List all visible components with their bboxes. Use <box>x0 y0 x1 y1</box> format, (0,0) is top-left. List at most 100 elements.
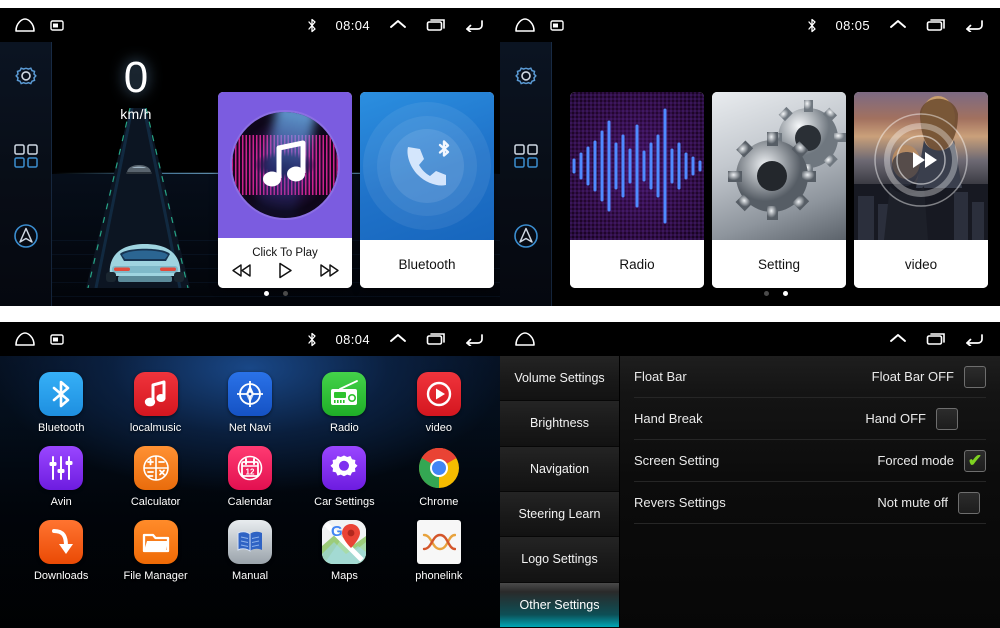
screenshot-icon[interactable] <box>550 19 564 31</box>
recents-icon[interactable] <box>426 18 446 32</box>
checkbox-screen-setting[interactable]: ✔ <box>964 449 986 472</box>
chevron-up-icon[interactable] <box>888 18 908 32</box>
navigation-icon[interactable] <box>510 220 542 252</box>
app-grid-icon[interactable] <box>10 140 42 172</box>
setting-row-revers-settings[interactable]: Revers Settings Not mute off ✔ <box>634 482 986 524</box>
setting-art <box>712 92 846 240</box>
screenshot-icon[interactable] <box>50 333 64 345</box>
recents-icon[interactable] <box>426 332 446 346</box>
compass-icon <box>227 372 272 416</box>
recents-icon[interactable] <box>926 332 946 346</box>
sliders-icon <box>39 446 84 490</box>
home-screen-1: 08:04 0 km/h Click To Play Bluetooth <box>0 8 500 306</box>
app-phonelink[interactable]: phonelink <box>392 520 486 582</box>
skip-forward-icon[interactable] <box>319 264 339 277</box>
card-video[interactable]: video <box>854 92 988 288</box>
card-music[interactable]: Click To Play <box>218 92 352 288</box>
app-bluetooth[interactable]: Bluetooth <box>14 372 108 434</box>
recents-icon[interactable] <box>926 18 946 32</box>
back-icon[interactable] <box>464 332 484 346</box>
app-label: Bluetooth <box>37 422 85 434</box>
app-drawer: Bluetooth localmusic Net Navi Radio vide… <box>0 356 500 628</box>
settings-tabs: Volume Settings Brightness Navigation St… <box>500 356 620 628</box>
checkbox-revers-settings[interactable]: ✔ <box>958 491 980 514</box>
chevron-up-icon[interactable] <box>888 332 908 346</box>
app-calculator[interactable]: Calculator <box>108 446 202 508</box>
card-radio[interactable]: Radio <box>570 92 704 288</box>
app-calendar[interactable]: 12 Calendar <box>203 446 297 508</box>
app-localmusic[interactable]: localmusic <box>108 372 202 434</box>
play-icon[interactable] <box>278 262 293 279</box>
app-manual[interactable]: Manual <box>203 520 297 582</box>
page-dot[interactable] <box>764 291 769 296</box>
panel-settings: Volume Settings Brightness Navigation St… <box>500 314 1000 628</box>
home-icon[interactable] <box>514 17 536 33</box>
panel-home-page2: 08:05 Radio Setting video <box>500 0 1000 314</box>
home-icon[interactable] <box>14 331 36 347</box>
map-pin-icon: G <box>322 520 367 564</box>
settings-screen: Volume Settings Brightness Navigation St… <box>500 322 1000 628</box>
speed-readout: 0 km/h <box>52 53 220 123</box>
app-label: Downloads <box>33 570 89 582</box>
home-icon[interactable] <box>514 331 536 347</box>
home-icon[interactable] <box>14 17 36 33</box>
setting-value: Forced mode <box>877 453 954 468</box>
setting-row-screen-setting[interactable]: Screen Setting Forced mode ✔ <box>634 440 986 482</box>
app-video[interactable]: video <box>392 372 486 434</box>
status-bar-settings <box>500 322 1000 356</box>
app-downloads[interactable]: Downloads <box>14 520 108 582</box>
app-grid-icon[interactable] <box>510 140 542 172</box>
app-label: File Manager <box>123 570 188 582</box>
screenshot-icon[interactable] <box>50 19 64 31</box>
bluetooth-art <box>360 92 494 240</box>
page-dots-2 <box>552 291 1000 296</box>
setting-label: Setting <box>712 240 846 288</box>
app-chrome[interactable]: Chrome <box>392 446 486 508</box>
speed-value: 0 <box>123 53 149 102</box>
checkbox-float-bar[interactable]: ✔ <box>964 365 986 388</box>
back-icon[interactable] <box>464 18 484 32</box>
tab-logo-settings[interactable]: Logo Settings <box>500 537 619 583</box>
app-label: localmusic <box>129 422 182 434</box>
left-rail-home1 <box>0 42 52 306</box>
app-net-navi[interactable]: Net Navi <box>203 372 297 434</box>
back-icon[interactable] <box>964 18 984 32</box>
music-disc <box>232 112 338 218</box>
checkbox-hand-break[interactable]: ✔ <box>936 407 958 430</box>
page-dot[interactable] <box>283 291 288 296</box>
card-setting[interactable]: Setting <box>712 92 846 288</box>
app-car-settings[interactable]: Car Settings <box>297 446 391 508</box>
tab-navigation[interactable]: Navigation <box>500 446 619 492</box>
tab-brightness[interactable]: Brightness <box>500 401 619 447</box>
music-art <box>218 92 352 238</box>
app-avin[interactable]: Avin <box>14 446 108 508</box>
setting-row-float-bar[interactable]: Float Bar Float Bar OFF ✔ <box>634 356 986 398</box>
tab-steering-learn[interactable]: Steering Learn <box>500 491 619 538</box>
gear-icon[interactable] <box>510 62 542 94</box>
app-label: Calculator <box>130 496 181 508</box>
app-radio[interactable]: Radio <box>297 372 391 434</box>
back-icon[interactable] <box>964 332 984 346</box>
skip-back-icon[interactable] <box>231 264 252 277</box>
page-dot[interactable] <box>783 291 788 296</box>
bluetooth-phone-icon <box>407 140 450 186</box>
gear-icon[interactable] <box>10 62 42 94</box>
page-dot[interactable] <box>264 291 269 296</box>
tab-other-settings[interactable]: Other Settings <box>500 582 619 628</box>
chevron-up-icon[interactable] <box>388 332 408 346</box>
status-bar-drawer: 08:04 <box>0 322 500 356</box>
navigation-icon[interactable] <box>10 220 42 252</box>
svg-text:G: G <box>331 523 343 540</box>
chevron-up-icon[interactable] <box>388 18 408 32</box>
calendar-icon: 12 <box>227 446 272 490</box>
card-bluetooth[interactable]: Bluetooth <box>360 92 494 288</box>
car-near <box>106 244 184 282</box>
bluetooth-icon <box>307 18 317 33</box>
settings-content: Float Bar Float Bar OFF ✔ Hand Break Han… <box>620 356 1000 628</box>
status-clock: 08:05 <box>835 17 870 33</box>
tab-volume-settings[interactable]: Volume Settings <box>500 356 619 402</box>
app-file-manager[interactable]: File Manager <box>108 520 202 582</box>
radio-label: Radio <box>570 240 704 288</box>
setting-row-hand-break[interactable]: Hand Break Hand OFF ✔ <box>634 398 986 440</box>
app-maps[interactable]: G Maps <box>297 520 391 582</box>
